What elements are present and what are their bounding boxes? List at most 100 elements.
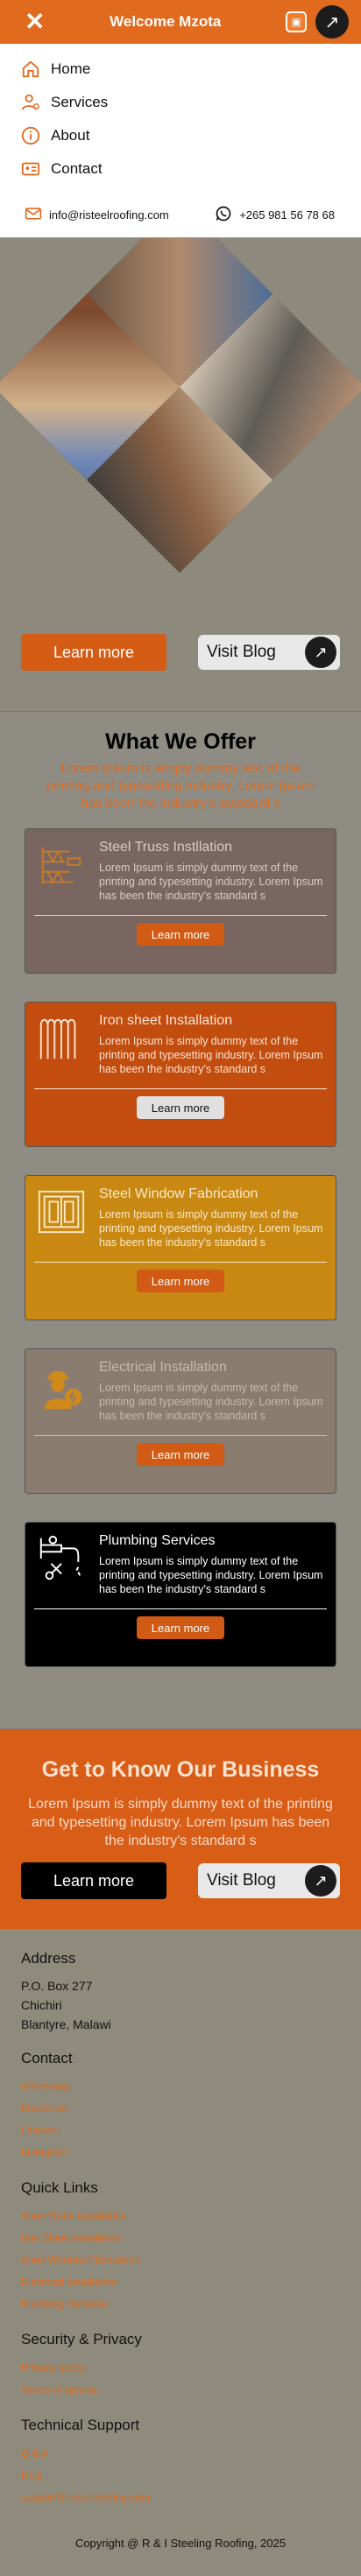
- home-icon: [21, 60, 40, 79]
- card-title: Plumbing Services: [99, 1533, 216, 1548]
- footer-link-privacy[interactable]: Privacy policy: [21, 2357, 340, 2379]
- footer-link-instagram[interactable]: Instagram: [21, 2142, 340, 2164]
- footer-security: Security & Privacy Privacy policy Terms …: [21, 2331, 340, 2401]
- top-bar: ✕ Welcome Mzota ▣ ↗: [0, 0, 361, 44]
- arrow-up-right-icon: ↗: [305, 1865, 336, 1897]
- divider: [34, 915, 327, 916]
- footer-link[interactable]: Electrical Installation: [21, 2271, 340, 2293]
- footer-heading: Technical Support: [21, 2417, 140, 2433]
- card-text: Lorem Ipsum is simply dummy text of the …: [99, 1035, 323, 1075]
- footer-heading: Address: [21, 1950, 76, 1967]
- footer-link[interactable]: Steel Window Fabrication: [21, 2249, 340, 2271]
- welcome-title: Welcome Mzota: [110, 13, 222, 30]
- business-text: Lorem Ipsum is simply dummy text of the …: [28, 1797, 333, 1848]
- divider: [34, 1435, 327, 1436]
- window-icon: [34, 1186, 88, 1241]
- menu-label: Contact: [51, 160, 103, 177]
- footer-quick-links: Quick Links Steel Truss Installation Iro…: [21, 2179, 340, 2315]
- service-card: Electrical Installation Lorem Ipsum is s…: [25, 1348, 336, 1494]
- email-contact[interactable]: info@risteelroofing.com: [25, 205, 169, 225]
- address-line: P.O. Box 277: [21, 1979, 93, 1993]
- plumbing-icon: [34, 1533, 88, 1587]
- footer-link[interactable]: Plumbing Services: [21, 2293, 340, 2315]
- offer-subtitle: Lorem Ipsum is simply dummy text of the …: [46, 761, 315, 811]
- electrician-icon: [34, 1360, 88, 1414]
- hero-collage-image: [0, 238, 361, 574]
- card-title: Steel Truss Instllation: [99, 840, 233, 855]
- footer-link-whatsapp[interactable]: WhatsApp: [21, 2076, 340, 2098]
- offer-section: What We Offer Lorem Ipsum is simply dumm…: [0, 711, 361, 1728]
- footer-heading: Contact: [21, 2050, 73, 2066]
- arrow-up-right-icon: ↗: [305, 637, 336, 668]
- business-title: Get to Know Our Business: [41, 1757, 320, 1782]
- card-text: Lorem Ipsum is simply dummy text of the …: [99, 862, 323, 902]
- whatsapp-icon: [215, 205, 232, 225]
- card-learn-more-button[interactable]: Learn more: [137, 1096, 224, 1119]
- offer-title: What We Offer: [105, 729, 256, 754]
- footer-link[interactable]: Steel Truss Installation: [21, 2206, 340, 2228]
- bag-icon[interactable]: ▣: [286, 11, 307, 32]
- footer-link-qa[interactable]: Q & A: [21, 2443, 340, 2465]
- hero-section: Learn more Visit Blog ↗: [0, 238, 361, 711]
- close-icon[interactable]: ✕: [25, 10, 45, 34]
- footer-link-help[interactable]: Help: [21, 2465, 340, 2487]
- footer-contact: Contact WhatsApp Facebook Linkedin Insta…: [21, 2050, 340, 2164]
- footer-link-linkedin[interactable]: Linkedin: [21, 2120, 340, 2142]
- menu-label: Home: [51, 60, 91, 77]
- footer-link-facebook[interactable]: Facebook: [21, 2098, 340, 2120]
- service-card: Plumbing Services Lorem Ipsum is simply …: [25, 1522, 336, 1667]
- address-line: Chichiri: [21, 1998, 62, 2012]
- card-text: Lorem Ipsum is simply dummy text of the …: [99, 1555, 323, 1595]
- steel-truss-icon: [34, 840, 88, 894]
- card-learn-more-button[interactable]: Learn more: [137, 1616, 224, 1639]
- iron-sheet-icon: [34, 1013, 88, 1067]
- menu-label: Services: [51, 94, 109, 110]
- service-card: Steel Truss Instllation Lorem Ipsum is s…: [25, 828, 336, 974]
- card-title: Electrical Installation: [99, 1360, 227, 1375]
- contact-row: info@risteelroofing.com +265 981 56 78 6…: [0, 193, 361, 238]
- card-text: Lorem Ipsum is simply dummy text of the …: [99, 1208, 323, 1249]
- copyright-text: Copyright @ R & I Steeling Roofing, 2025: [74, 2537, 287, 2550]
- card-learn-more-button[interactable]: Learn more: [137, 923, 224, 946]
- footer-link[interactable]: Iron Sheet Installation: [21, 2228, 340, 2249]
- menu-item-about[interactable]: About: [21, 119, 340, 152]
- footer-link-terms[interactable]: Terms of service: [21, 2379, 340, 2401]
- footer: Address P.O. Box 277 Chichiri Blantyre, …: [0, 1929, 361, 2576]
- footer-heading: Security & Privacy: [21, 2331, 142, 2347]
- card-title: Steel Window Fabrication: [99, 1186, 258, 1201]
- hero-visit-blog-button[interactable]: Visit Blog ↗: [198, 635, 340, 670]
- card-text: Lorem Ipsum is simply dummy text of the …: [99, 1382, 323, 1422]
- service-card: Steel Window Fabrication Lorem Ipsum is …: [25, 1175, 336, 1320]
- card-learn-more-button[interactable]: Learn more: [137, 1270, 224, 1292]
- phone-text: +265 981 56 78 68: [239, 208, 335, 222]
- menu-item-services[interactable]: Services: [21, 86, 340, 119]
- arrow-up-right-button[interactable]: ↗: [315, 5, 349, 39]
- address-line: Blantyre, Malawi: [21, 2017, 111, 2031]
- divider: [34, 1088, 327, 1089]
- phone-contact[interactable]: +265 981 56 78 68: [215, 205, 335, 225]
- divider: [34, 1262, 327, 1263]
- business-learn-more-button[interactable]: Learn more: [21, 1862, 166, 1899]
- service-card: Iron sheet Installation Lorem Ipsum is s…: [25, 1002, 336, 1147]
- nav-menu: Home Services About Contact: [0, 44, 361, 193]
- footer-address: Address P.O. Box 277 Chichiri Blantyre, …: [21, 1950, 340, 2034]
- card-title: Iron sheet Installation: [99, 1013, 233, 1028]
- user-cog-icon: [21, 93, 40, 112]
- menu-label: About: [51, 127, 90, 144]
- divider: [34, 1608, 327, 1609]
- footer-heading: Quick Links: [21, 2179, 98, 2196]
- card-learn-more-button[interactable]: Learn more: [137, 1443, 224, 1466]
- info-icon: [21, 126, 40, 145]
- footer-support: Technical Support Q & A Help support@ris…: [21, 2417, 340, 2509]
- hero-learn-more-button[interactable]: Learn more: [21, 634, 166, 671]
- menu-item-contact[interactable]: Contact: [21, 152, 340, 186]
- business-visit-blog-button[interactable]: Visit Blog ↗: [198, 1863, 340, 1898]
- email-text: info@risteelroofing.com: [49, 208, 169, 222]
- footer-link-support-email[interactable]: support@risteelroofing.com: [21, 2487, 340, 2509]
- mail-icon: [25, 205, 42, 225]
- contact-card-icon: [21, 159, 40, 179]
- visit-blog-label: Visit Blog: [207, 643, 276, 661]
- business-section: Get to Know Our Business Lorem Ipsum is …: [0, 1728, 361, 1929]
- menu-item-home[interactable]: Home: [21, 53, 340, 86]
- visit-blog-label: Visit Blog: [207, 1871, 276, 1890]
